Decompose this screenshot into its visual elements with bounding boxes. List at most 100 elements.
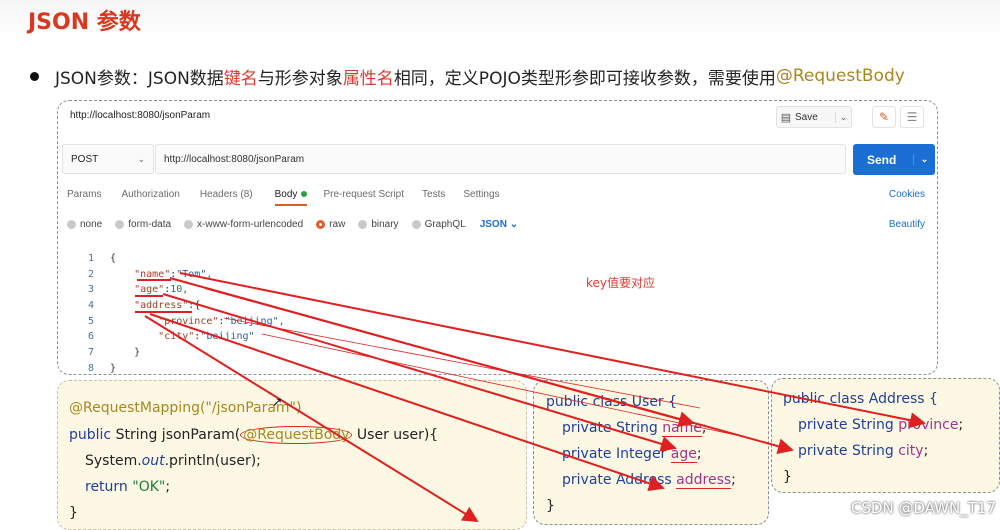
tab-body[interactable]: Body <box>274 189 308 206</box>
body-type-options: none form-data x-www-form-urlencoded raw… <box>67 219 518 230</box>
field-name: name <box>662 420 702 437</box>
chevron-down-icon: ⌄ <box>137 153 145 164</box>
bullet-keyword-property-name: 属性名 <box>342 68 394 89</box>
closing-brace: } <box>783 469 792 485</box>
system-text: System. <box>85 453 142 469</box>
code-text: } <box>110 345 140 361</box>
cookies-link[interactable]: Cookies <box>889 189 925 200</box>
field-name: province <box>898 417 959 433</box>
raw-format-select[interactable]: JSON ⌄ <box>480 219 518 230</box>
radio-graphql[interactable]: GraphQL <box>411 219 466 230</box>
code-token: "beijing", <box>224 315 285 327</box>
bullet-text-1: JSON参数：JSON数据 <box>55 68 224 89</box>
slide-title: JSON 参数 <box>28 10 141 35</box>
code-text: "city":"beijing" <box>110 329 255 345</box>
code-token: "beijing" <box>200 331 255 343</box>
field-name: age <box>670 446 697 463</box>
println-line: System.out.println(user); <box>85 453 261 469</box>
user-field-name: private String name; <box>562 420 707 437</box>
tab-authorization[interactable]: Authorization <box>121 189 179 206</box>
comment-icon[interactable]: ☰ <box>900 106 924 128</box>
address-class-header: public class Address { <box>783 391 938 407</box>
field-semicolon: ; <box>958 417 964 433</box>
field-type: private Address <box>562 472 677 488</box>
closing-brace: } <box>69 505 78 521</box>
code-text: "province":"beijing", <box>110 314 285 330</box>
chevron-down-icon[interactable]: ⌄ <box>913 154 935 165</box>
chevron-down-icon: ⌄ <box>509 219 519 230</box>
field-semicolon: ; <box>923 443 929 459</box>
chevron-down-icon[interactable]: ⌄ <box>835 111 851 123</box>
annotation-key-match: key值要对应 <box>586 276 656 290</box>
request-tab-title: http://localhost:8080/jsonParam <box>70 110 211 121</box>
tab-params[interactable]: Params <box>67 189 101 206</box>
radio-none[interactable]: none <box>67 219 102 230</box>
radio-x-www-form-urlencoded[interactable]: x-www-form-urlencoded <box>184 219 303 230</box>
address-field-city: private String city; <box>798 443 928 459</box>
field-type: private Integer <box>562 446 671 462</box>
save-label: Save <box>795 111 818 123</box>
semicolon: ; <box>165 479 171 495</box>
println-text: .println(user); <box>164 453 261 469</box>
tab-headers[interactable]: Headers (8) <box>200 189 253 206</box>
line-number: 2 <box>87 268 94 280</box>
field-semicolon: ; <box>701 420 707 436</box>
tab-tests[interactable]: Tests <box>422 189 445 206</box>
bullet-keyword-requestbody: @RequestBody <box>775 66 905 86</box>
controller-code-panel: @RequestMapping("/jsonParam") public Str… <box>57 380 527 530</box>
radio-label: x-www-form-urlencoded <box>197 219 304 230</box>
user-class-panel: public class User { private String name;… <box>533 380 769 525</box>
field-type: private String <box>562 420 663 436</box>
url-input[interactable]: http://localhost:8080/jsonParam <box>155 144 846 174</box>
mouse-cursor-icon: ➚ <box>272 395 283 410</box>
code-text: "age":10, <box>110 282 188 298</box>
closing-brace: } <box>546 498 555 514</box>
address-class-panel: public class Address { private String pr… <box>771 378 1000 493</box>
code-token: "Tom", <box>176 268 213 280</box>
line-number: 1 <box>87 253 94 264</box>
radio-circle-icon <box>358 220 368 229</box>
code-token: { <box>110 253 117 264</box>
radio-label: raw <box>329 219 346 230</box>
return-value: "OK" <box>132 479 166 495</box>
line-number: 5 <box>87 315 94 327</box>
radio-circle-icon <box>411 220 421 229</box>
radio-circle-icon <box>115 220 125 229</box>
raw-format-value: JSON <box>479 219 507 230</box>
radio-binary[interactable]: binary <box>358 219 399 230</box>
edit-icon[interactable]: ✎ <box>872 106 896 128</box>
save-button[interactable]: ▤ Save ⌄ <box>776 106 852 128</box>
send-button[interactable]: Send ⌄ <box>853 144 935 175</box>
method-value: POST <box>71 153 99 165</box>
method-select[interactable]: POST ⌄ <box>62 144 154 174</box>
send-label: Send <box>867 152 897 167</box>
code-text: "address":{ <box>110 298 200 314</box>
line-number: 3 <box>87 284 94 296</box>
beautify-link[interactable]: Beautify <box>889 219 925 230</box>
radio-form-data[interactable]: form-data <box>115 219 171 230</box>
user-field-address: private Address address; <box>562 472 736 489</box>
code-token: "province" <box>158 315 219 327</box>
code-text: "name":"Tom", <box>110 267 212 283</box>
request-body-annotation: @RequestBody <box>240 426 353 444</box>
title-band <box>0 0 1000 40</box>
tab-settings[interactable]: Settings <box>463 189 499 206</box>
keyword-public: public <box>69 427 112 443</box>
code-token: 10, <box>170 284 189 296</box>
field-semicolon: ; <box>696 446 702 462</box>
field-name: address <box>676 472 732 489</box>
code-token: "city" <box>158 331 195 343</box>
status-dot-icon <box>301 191 308 198</box>
postman-panel: http://localhost:8080/jsonParam ▤ Save ⌄… <box>57 100 938 375</box>
code-token: "address" <box>134 300 189 312</box>
code-token: } <box>110 362 117 374</box>
tab-pre-request-script[interactable]: Pre-request Script <box>323 189 404 206</box>
radio-raw[interactable]: raw <box>316 219 345 230</box>
code-text: } <box>110 361 117 374</box>
